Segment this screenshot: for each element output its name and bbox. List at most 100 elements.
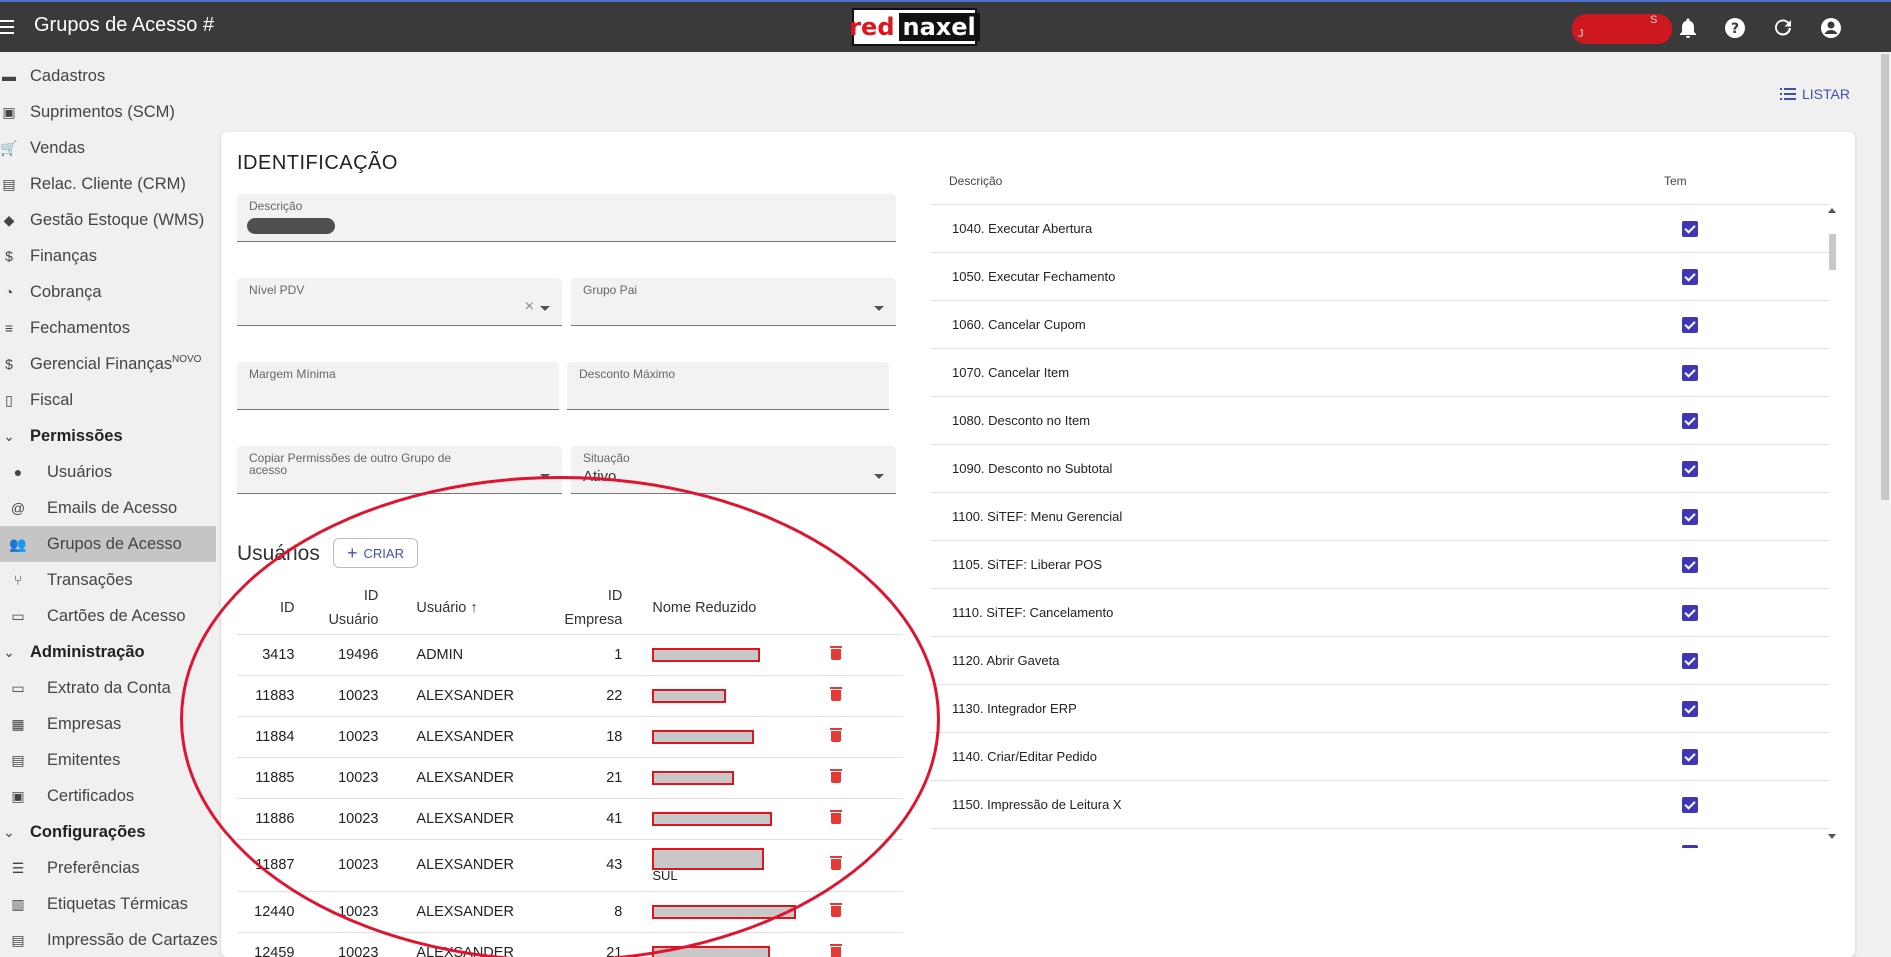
sidebar-item-certificados[interactable]: ▣ Certificados xyxy=(0,778,216,814)
page-scrollbar[interactable] xyxy=(1879,54,1891,957)
table-row[interactable]: 12440 10023 ALEXSANDER 8 xyxy=(237,891,903,933)
sidebar-item-suprimentos-scm-[interactable]: ▣ Suprimentos (SCM) xyxy=(0,94,216,130)
table-row[interactable]: 11885 10023 ALEXSANDER 21 xyxy=(237,757,903,799)
delete-button[interactable] xyxy=(811,798,903,840)
desconto-maximo-field[interactable]: Desconto Máximo xyxy=(567,362,889,410)
sidebar-item-emails-de-acesso[interactable]: @ Emails de Acesso xyxy=(0,490,216,526)
grupo-pai-select[interactable]: Grupo Pai xyxy=(571,278,896,326)
usuarios-title: Usuários xyxy=(237,542,320,565)
sidebar-item-etiquetas-t-rmicas[interactable]: ▥ Etiquetas Térmicas xyxy=(0,886,216,922)
sidebar-item-label: Empresas xyxy=(47,714,122,733)
sidebar-item-emitentes[interactable]: ▤ Emitentes xyxy=(0,742,216,778)
chevron-down-icon: ⌄ xyxy=(3,427,15,444)
redaction-box xyxy=(652,647,761,662)
sidebar-item-transa-es[interactable]: ⑂ Transações xyxy=(0,562,216,598)
permission-checkbox[interactable] xyxy=(1682,749,1698,765)
pdf-icon: ▤ xyxy=(11,931,25,948)
user-info[interactable]: S J xyxy=(1572,12,1672,44)
copiar-permissoes-select[interactable]: Copiar Permissões de outro Grupo de aces… xyxy=(237,446,562,494)
delete-button[interactable] xyxy=(811,757,903,799)
sidebar-item-extrato-da-conta[interactable]: ▭ Extrato da Conta xyxy=(0,670,216,706)
table-row[interactable]: 3413 19496 ADMIN 1 xyxy=(237,634,903,676)
cell-id: 11883 xyxy=(237,675,295,717)
sidebar-item-cobran-a[interactable]: ◔ Cobrança xyxy=(0,274,216,310)
sidebar-item-empresas[interactable]: ▦ Empresas xyxy=(0,706,216,742)
sidebar-item-finan-as[interactable]: $ Finanças xyxy=(0,238,216,274)
sidebar-item-relac-cliente-crm-[interactable]: ▤ Relac. Cliente (CRM) xyxy=(0,166,216,202)
permission-checkbox[interactable] xyxy=(1682,605,1698,621)
folder-icon: ▬ xyxy=(2,68,16,84)
table-row[interactable]: 11884 10023 ALEXSANDER 18 xyxy=(237,716,903,758)
clear-icon[interactable]: × xyxy=(525,298,534,316)
permission-checkbox[interactable] xyxy=(1682,269,1698,285)
table-row[interactable]: 12459 10023 ALEXSANDER 21 xyxy=(237,932,903,957)
sidebar-item-configura-es[interactable]: ⌄ Configurações xyxy=(0,814,216,850)
sidebar-item-cadastros[interactable]: ▬ Cadastros xyxy=(0,58,216,94)
margem-minima-field[interactable]: Margem Mínima xyxy=(237,362,559,410)
refresh-icon[interactable] xyxy=(1771,16,1795,40)
permission-checkbox[interactable] xyxy=(1682,509,1698,525)
sidebar-item-fechamentos[interactable]: ≡ Fechamentos xyxy=(0,310,216,346)
permissions-scrollbar[interactable] xyxy=(1826,206,1838,846)
permission-checkbox[interactable] xyxy=(1682,557,1698,573)
descricao-label: Descrição xyxy=(249,199,303,213)
nivel-pdv-select[interactable]: Nível PDV × xyxy=(237,278,562,326)
table-row[interactable]: 11883 10023 ALEXSANDER 22 xyxy=(237,675,903,717)
delete-button[interactable] xyxy=(811,634,903,676)
sidebar-item-gest-o-estoque-wms-[interactable]: ◆ Gestão Estoque (WMS) xyxy=(0,202,216,238)
sidebar-item-grupos-de-acesso[interactable]: 👥 Grupos de Acesso xyxy=(0,526,216,562)
menu-icon[interactable] xyxy=(0,16,18,38)
delete-button[interactable] xyxy=(811,675,903,717)
permission-checkbox[interactable] xyxy=(1682,461,1698,477)
situacao-select[interactable]: Situação Ativo xyxy=(571,446,896,494)
delete-button[interactable] xyxy=(811,891,903,933)
permission-row: 1090. Desconto no Subtotal xyxy=(930,445,1830,493)
criar-button[interactable]: + CRIAR xyxy=(333,538,418,568)
delete-button[interactable] xyxy=(811,716,903,758)
col-nome-reduzido[interactable]: Nome Reduzido xyxy=(622,582,812,635)
sidebar-item-vendas[interactable]: 🛒 Vendas xyxy=(0,130,216,166)
sidebar-item-fiscal[interactable]: ▯ Fiscal xyxy=(0,382,216,418)
trash-icon xyxy=(829,809,842,824)
delete-button[interactable] xyxy=(811,839,903,892)
scroll-thumb[interactable] xyxy=(1829,234,1836,270)
brand-logo[interactable]: red naxel xyxy=(849,8,980,46)
permission-checkbox[interactable] xyxy=(1682,845,1698,848)
cell-nome-reduzido xyxy=(622,798,812,840)
bell-icon[interactable] xyxy=(1676,16,1700,40)
help-icon[interactable]: ? xyxy=(1723,16,1747,40)
descricao-field[interactable]: Descrição xyxy=(237,194,896,242)
col-id-empresa[interactable]: ID Empresa xyxy=(513,582,623,635)
sidebar-item-impress-o-de-cartazes[interactable]: ▤ Impressão de Cartazes xyxy=(0,922,217,957)
permission-checkbox[interactable] xyxy=(1682,797,1698,813)
table-row[interactable]: 11886 10023 ALEXSANDER 41 xyxy=(237,798,903,840)
sidebar-item-label: Extrato da Conta xyxy=(47,678,171,697)
account-circle-icon[interactable] xyxy=(1819,16,1843,40)
cell-id-empresa: 18 xyxy=(513,716,623,758)
permission-checkbox[interactable] xyxy=(1682,653,1698,669)
sidebar-item-gerencial-finan-as[interactable]: $ Gerencial Finanças NOVO xyxy=(0,346,216,382)
sidebar-item-administra-o[interactable]: ⌄ Administração xyxy=(0,634,216,670)
sidebar-item-prefer-ncias[interactable]: ☰ Preferências xyxy=(0,850,216,886)
sidebar-item-permiss-es[interactable]: ⌄ Permissões xyxy=(0,418,216,454)
permission-checkbox[interactable] xyxy=(1682,221,1698,237)
sidebar-item-label: Fechamentos xyxy=(30,318,130,337)
col-id[interactable]: ID xyxy=(237,582,295,635)
sidebar-item-usu-rios[interactable]: ● Usuários xyxy=(0,454,216,490)
table-row[interactable]: 11887 10023 ALEXSANDER 43 SUL xyxy=(237,839,903,892)
delete-button[interactable] xyxy=(811,932,903,957)
permission-checkbox[interactable] xyxy=(1682,413,1698,429)
permission-checkbox[interactable] xyxy=(1682,317,1698,333)
sidebar-item-cart-es-de-acesso[interactable]: ▭ Cartões de Acesso xyxy=(0,598,216,634)
page-scroll-thumb[interactable] xyxy=(1881,54,1889,500)
listar-button[interactable]: LISTAR xyxy=(1780,86,1850,102)
col-usuario[interactable]: Usuário ↑ xyxy=(378,582,514,635)
scroll-down-icon[interactable] xyxy=(1828,834,1836,839)
permission-checkbox[interactable] xyxy=(1682,365,1698,381)
permission-checkbox[interactable] xyxy=(1682,701,1698,717)
col-id-usuario[interactable]: ID Usuário xyxy=(294,582,379,635)
scroll-up-icon[interactable] xyxy=(1828,208,1836,213)
permission-row: 1150. Impressão de Leitura X xyxy=(930,781,1830,829)
permissions-list[interactable]: 1040. Executar Abertura 1050. Executar Fe… xyxy=(930,204,1830,848)
card-add-icon: ▭ xyxy=(11,607,25,624)
